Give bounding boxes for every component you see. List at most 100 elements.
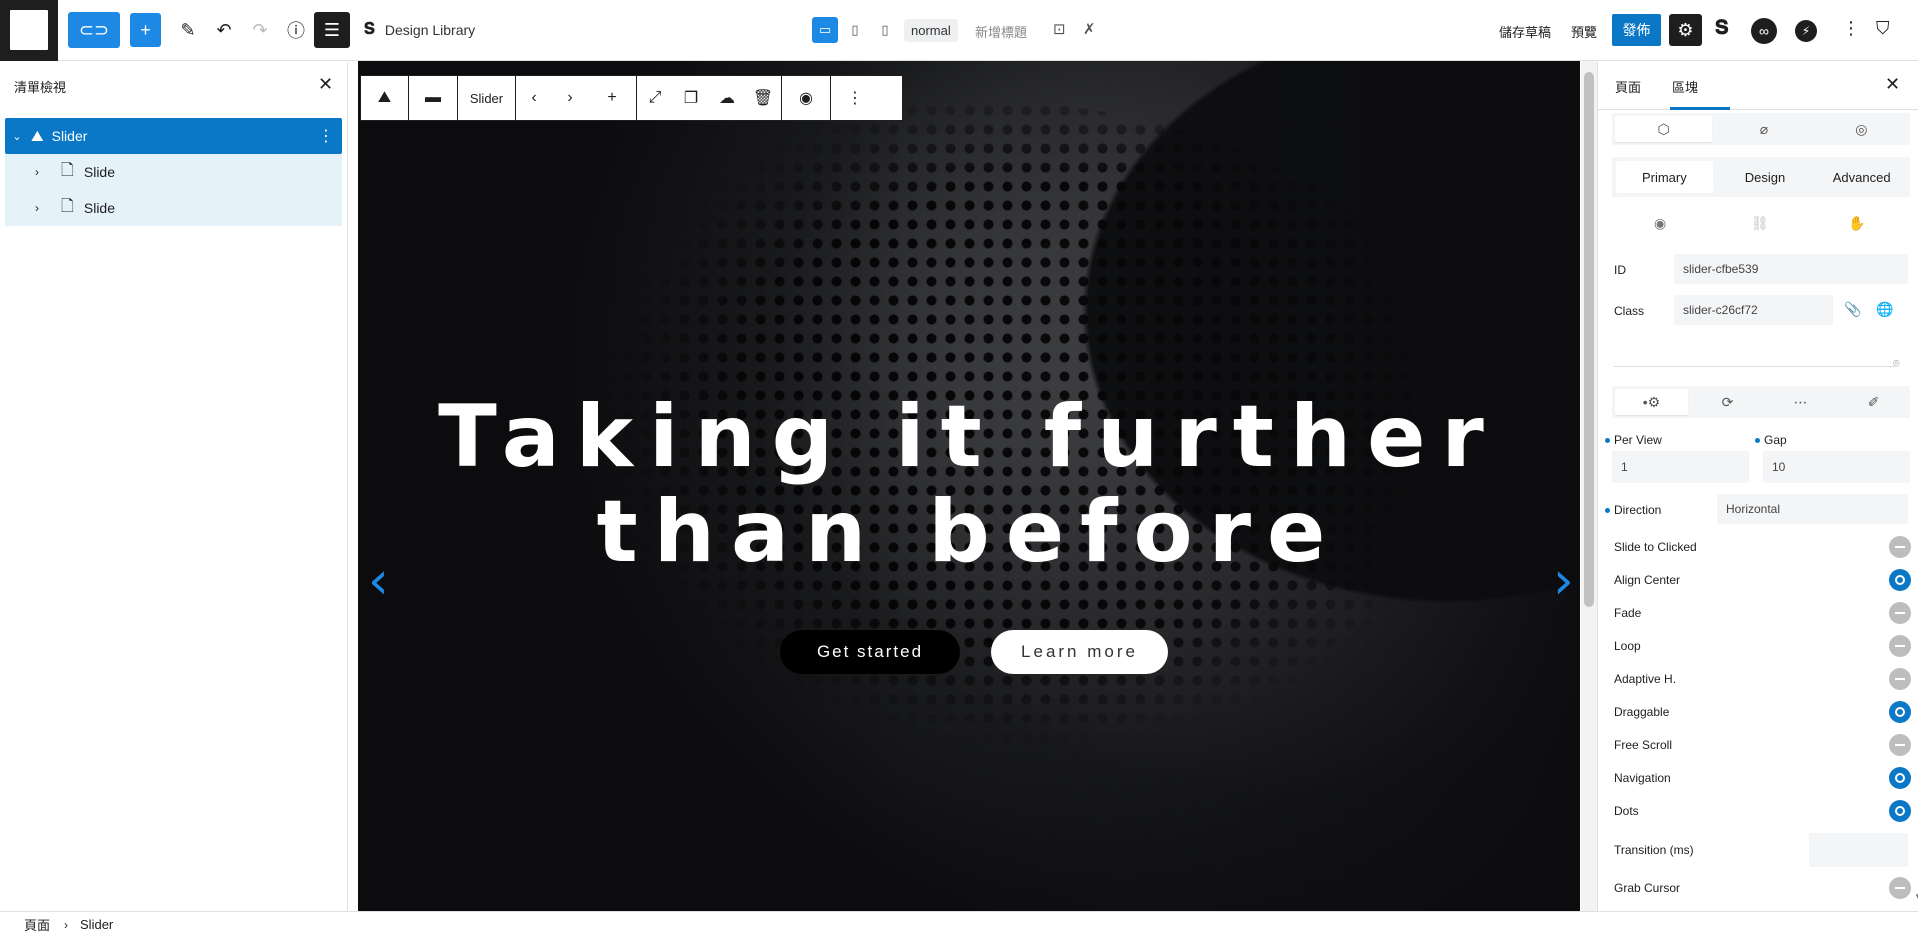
toggle-switch[interactable] [1889,569,1911,591]
tablet-view-button[interactable]: ▯ [842,17,868,43]
tools-button[interactable]: ✎ [174,12,202,48]
tools-cross-icon[interactable]: ✗ [1083,20,1096,38]
duplicate-button[interactable]: ❐ [673,76,709,120]
subtab-advanced[interactable]: Advanced [1813,157,1910,197]
block-type-button[interactable]: ⛰ [361,76,408,120]
undo-button[interactable]: ↶ [210,12,238,48]
toggle-switch[interactable] [1889,800,1911,822]
infinity-icon[interactable]: ∞ [1751,18,1777,44]
toggle-switch[interactable] [1889,536,1911,558]
block-name-label[interactable]: Slider [458,76,515,120]
chevron-right-icon[interactable]: › [35,165,51,179]
toggle-switch[interactable] [1889,701,1911,723]
cloud-save-button[interactable]: ☁ [709,76,745,120]
close-icon[interactable]: ✕ [318,74,333,95]
toggle-loop[interactable]: Loop [1614,634,1911,658]
settings-button[interactable]: ⚙ [1669,14,1702,46]
add-block-button[interactable]: + [130,13,161,47]
toggle-switch[interactable] [1889,734,1911,756]
save-draft-button[interactable]: 儲存草稿 [1499,22,1551,41]
tab-block[interactable]: 區塊 [1672,77,1698,96]
slider-next-arrow[interactable]: › [1553,551,1574,611]
desktop-view-button[interactable]: ▭ [812,17,838,43]
screenshot-icon[interactable]: ⊡ [1053,20,1066,38]
close-icon[interactable]: ✕ [1885,74,1900,95]
mobile-view-button[interactable]: ▯ [872,17,898,43]
globe-icon[interactable]: 🌐 [1876,301,1893,318]
toggle-adaptive-height[interactable]: Adaptive H. [1614,667,1911,691]
per-view-input[interactable]: 1 [1612,451,1749,483]
delete-button[interactable]: 🗑 [745,76,781,120]
style-settings-tab[interactable]: ⌀ [1715,113,1812,145]
breadcrumb-root[interactable]: 頁面 [24,915,50,934]
id-input[interactable]: slider-cfbe539 [1674,254,1908,284]
site-logo[interactable] [0,0,58,61]
map-icon[interactable]: ⛉ [1876,18,1890,39]
editor-canvas[interactable]: Taking it further than before Get starte… [358,61,1580,911]
scroll-down-icon[interactable]: ▼ [1914,892,1918,901]
more-options-icon[interactable]: ⋮ [318,126,334,146]
slider-prev-arrow[interactable]: ‹ [368,551,389,611]
toggle-switch[interactable] [1889,767,1911,789]
add-title-link[interactable]: 新增標題 [975,22,1027,41]
breadcrumb-current[interactable]: Slider [80,917,113,932]
canvas-scrollbar-thumb[interactable] [1584,72,1594,607]
details-button[interactable]: ⓘ [282,12,310,48]
tree-item-slider[interactable]: ⌄ ⛰ Slider ⋮ [5,118,342,154]
eye-icon[interactable]: ◉ [1654,215,1666,232]
toggle-draggable[interactable]: Draggable [1614,700,1911,724]
add-slide-button[interactable]: + [588,76,636,120]
learn-more-button[interactable]: Learn more [991,630,1168,674]
tree-item-slide[interactable]: › 🗋 Slide [5,154,342,190]
more-options-button[interactable]: ⋮ [831,76,879,120]
stackable-icon[interactable]: 𝐒 [1715,17,1729,40]
subtab-primary[interactable]: Primary [1616,161,1713,193]
class-input[interactable]: slider-c26cf72 [1674,295,1833,325]
hand-icon[interactable]: ✋ [1848,215,1865,232]
toggle-fade[interactable]: Fade [1614,601,1911,625]
toggle-slide-to-clicked[interactable]: Slide to Clicked [1614,535,1911,559]
toggle-free-scroll[interactable]: Free Scroll [1614,733,1911,757]
toggle-switch[interactable] [1889,602,1911,624]
toggle-navigation[interactable]: Navigation [1614,766,1911,790]
chevron-right-icon[interactable]: › [35,201,51,215]
toggle-switch[interactable] [1889,668,1911,690]
general-settings-tab[interactable]: •⚙ [1615,389,1688,415]
redo-button[interactable]: ↷ [246,12,274,48]
tree-item-slide[interactable]: › 🗋 Slide [5,190,342,226]
toggle-grab-cursor[interactable]: Grab Cursor [1614,876,1911,900]
gap-input[interactable]: 10 [1763,451,1910,483]
autoplay-settings-tab[interactable]: ⟳ [1691,386,1764,418]
transition-input[interactable] [1809,833,1908,867]
link-toggle-button[interactable]: ⊂⊃ [68,12,120,48]
visibility-button[interactable]: ◉ [782,76,830,120]
view-mode-chip[interactable]: normal [904,18,958,42]
list-view-button[interactable]: ☰ [314,12,350,48]
block-settings-tab[interactable]: ⬡ [1615,116,1713,142]
toggle-switch[interactable] [1889,635,1911,657]
subtab-design[interactable]: Design [1717,157,1814,197]
hero-heading-second[interactable]: than before [358,486,1580,578]
more-options-icon[interactable]: ⋮ [1842,18,1860,39]
bolt-icon[interactable]: ⚡ [1795,20,1817,42]
tab-page[interactable]: 頁面 [1615,77,1641,96]
direction-select[interactable]: Horizontal [1717,494,1908,524]
style-settings-tab[interactable]: ✐ [1837,386,1910,418]
clip-icon[interactable]: ⌾ [1893,358,1900,371]
link-button[interactable]: ⤢ [637,76,673,120]
paperclip-icon[interactable]: 📎 [1844,301,1861,318]
next-slide-button[interactable]: › [552,76,588,120]
preview-button[interactable]: 預覽 [1571,22,1597,41]
hero-heading[interactable]: Taking it further [358,391,1580,483]
get-started-button[interactable]: Get started [780,630,960,674]
align-button[interactable]: ▬ [409,76,457,120]
advanced-settings-tab[interactable]: ◎ [1813,113,1910,145]
toggle-dots[interactable]: Dots [1614,799,1911,823]
link-icon[interactable]: ⛓ [1751,215,1769,232]
prev-slide-button[interactable]: ‹ [516,76,552,120]
toggle-align-center[interactable]: Align Center [1614,568,1911,592]
more-settings-tab[interactable]: ⋯ [1764,386,1837,418]
chevron-down-icon[interactable]: ⌄ [7,130,27,143]
design-library-button[interactable]: 𝐒 Design Library [364,21,475,39]
toggle-switch[interactable] [1889,877,1911,899]
